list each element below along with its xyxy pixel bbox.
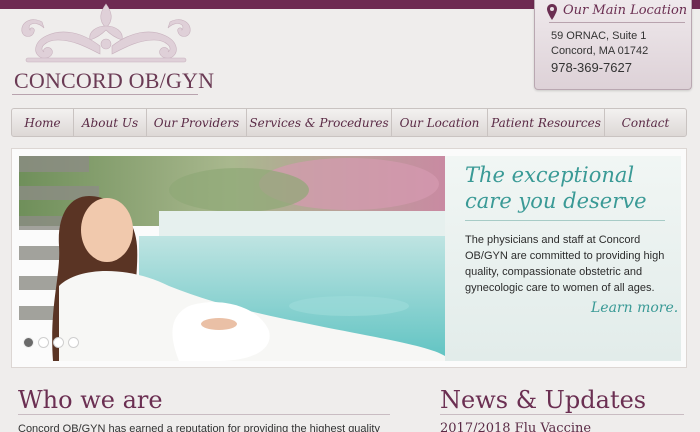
slider-dot-4[interactable] (68, 337, 79, 348)
location-title: Our Main Location (563, 3, 688, 18)
learn-more-link[interactable]: Learn more. (591, 300, 678, 316)
location-divider (549, 22, 685, 23)
who-we-are-divider (18, 414, 390, 415)
slider-dot-1[interactable] (23, 337, 34, 348)
slider-dots (23, 337, 79, 348)
logo-underline (12, 94, 198, 95)
nav-our-providers[interactable]: Our Providers (147, 109, 247, 136)
ornament-icon (21, 3, 191, 63)
nav-services-procedures[interactable]: Services & Procedures (247, 109, 392, 136)
nav-about-us[interactable]: About Us (74, 109, 147, 136)
hero-description: The physicians and staff at Concord OB/G… (465, 234, 665, 294)
logo-text: CONCORD OB/GYN (14, 68, 215, 93)
phone-number[interactable]: 978-369-7627 (551, 60, 632, 75)
hero-text-panel: The exceptional care you deserve The phy… (445, 156, 681, 361)
hero-photo (19, 156, 445, 361)
logo[interactable]: CONCORD OB/GYN (12, 2, 214, 98)
news-item-link[interactable]: 2017/2018 Flu Vaccine (440, 421, 591, 432)
tagline-divider (465, 220, 665, 221)
address-line-2: Concord, MA 01742 (551, 45, 649, 57)
address-line-1: 59 ORNAC, Suite 1 (551, 30, 647, 42)
hero-tagline: The exceptional care you deserve (465, 163, 647, 213)
who-we-are-heading: Who we are (18, 386, 163, 414)
slider-dot-3[interactable] (53, 337, 64, 348)
nav-contact[interactable]: Contact (605, 109, 686, 136)
map-pin-icon (547, 4, 557, 20)
news-divider (440, 414, 684, 415)
hero-image (19, 156, 445, 361)
nav-home[interactable]: Home (12, 109, 74, 136)
location-box: Our Main Location 59 ORNAC, Suite 1 Conc… (534, 0, 692, 90)
slider-dot-2[interactable] (38, 337, 49, 348)
hero-slider: The exceptional care you deserve The phy… (11, 148, 687, 368)
who-we-are-text: Concord OB/GYN has earned a reputation f… (18, 423, 380, 432)
main-nav: Home About Us Our Providers Services & P… (11, 108, 687, 137)
news-heading: News & Updates (440, 386, 647, 414)
nav-patient-resources[interactable]: Patient Resources (488, 109, 605, 136)
nav-our-location[interactable]: Our Location (392, 109, 488, 136)
